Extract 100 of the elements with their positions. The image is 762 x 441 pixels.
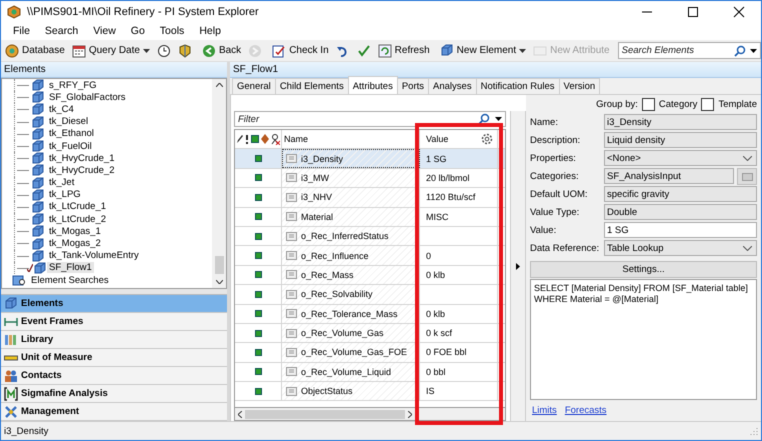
tools-icon [4, 404, 18, 418]
tree-item[interactable]: tk_HvyCrude_2 [47, 164, 116, 176]
link[interactable]: Limits [532, 405, 557, 416]
table-row[interactable]: Material MISC [235, 208, 505, 227]
settings-button[interactable]: Settings... [530, 261, 757, 278]
attribute-icon [286, 386, 297, 396]
tree-item[interactable]: tk_Mogas_1 [47, 226, 103, 237]
toolbar-button[interactable]: Check In [270, 42, 331, 58]
menu-item[interactable]: File [7, 24, 39, 38]
caret-icon [750, 48, 757, 52]
link[interactable]: Forecasts [564, 405, 607, 416]
table-cell: o_Rec_Mass [301, 270, 354, 280]
table-row[interactable]: o_Rec_Volume_Gas_FOE 0 FOE bbl [235, 343, 505, 363]
table-cell: i3_MW [301, 172, 330, 183]
tree-item[interactable]: tk_Diesel [47, 116, 90, 128]
panel-header: SF_Flow1 [230, 62, 761, 78]
exclamation-icon [245, 134, 249, 144]
tree-item[interactable]: tk_HvyCrude_1 [47, 152, 116, 164]
table-cell: IS [426, 386, 435, 396]
element-icon [31, 188, 44, 201]
menu-item[interactable]: View [87, 24, 125, 38]
navigation-button[interactable]: Elements [1, 295, 227, 313]
checkbox[interactable] [701, 98, 714, 110]
tree-item[interactable]: tk_C4 [47, 104, 76, 115]
tree-item[interactable]: tk_Ethanol [47, 128, 96, 140]
table-row[interactable]: o_Rec_Influence 0 [235, 246, 505, 266]
checkbox[interactable] [642, 98, 655, 110]
tab[interactable]: Analyses [428, 78, 477, 94]
search-box[interactable]: Search Elements [618, 42, 761, 59]
column-header[interactable]: Value [426, 134, 448, 144]
menu-item[interactable]: Go [124, 24, 154, 38]
app-logo-icon [7, 4, 21, 18]
tree-item[interactable]: SF_Flow1 [47, 262, 94, 274]
config-text: SELECT [Material Density] FROM [SF_Material table] WHERE Material = @[Material] [530, 279, 757, 400]
scroll-thumb[interactable] [245, 410, 405, 418]
input-field[interactable]: 1 SG [604, 222, 757, 238]
table-row[interactable]: o_Rec_Mass 0 klb [235, 266, 505, 286]
dropdown[interactable]: Table Lookup [604, 240, 757, 256]
field-label: Categories: [530, 170, 580, 182]
attribute-icon [286, 367, 297, 376]
tree-item[interactable]: Element Searches [29, 274, 111, 286]
menu-item[interactable]: Help [193, 24, 230, 38]
navigation-button[interactable]: Management [1, 403, 227, 421]
table-row[interactable]: o_Rec_Solvability [235, 285, 505, 305]
attribute-icon [286, 173, 297, 182]
scrollbar[interactable] [234, 407, 506, 421]
toolbar-button[interactable]: Refresh [376, 42, 432, 58]
element-icon [31, 103, 44, 116]
table-cell: o_Rec_Volume_Liquid [301, 366, 392, 377]
table-cell: 0 FOE bbl [426, 347, 467, 358]
tree-item[interactable]: s_RFY_FG [47, 80, 99, 91]
element-icon [31, 79, 44, 92]
table-row[interactable]: ObjectStatus IS [235, 382, 505, 402]
tree-item[interactable]: tk_LPG [47, 189, 83, 200]
tree-item[interactable]: tk_Jet [47, 177, 76, 188]
attribute-icon [286, 212, 297, 222]
tab[interactable]: Attributes [348, 76, 398, 94]
navigation-button[interactable]: Sigmafine Analysis [1, 385, 227, 403]
table-cell: 0 k scf [426, 328, 452, 338]
scroll-thumb[interactable] [214, 256, 224, 274]
element-icon [31, 140, 44, 152]
table-row[interactable]: i3_NHV 1120 Btu/scf [235, 188, 505, 208]
table-cell: MISC [426, 212, 448, 222]
search-field[interactable]: Search Elements [618, 45, 730, 56]
toolbar-button[interactable]: Database [3, 42, 67, 58]
panel-header: Elements [1, 62, 227, 78]
status-icon [254, 155, 262, 162]
element-icon [31, 128, 44, 140]
table-row[interactable]: i3_Density 1 SG [235, 149, 505, 169]
table-row[interactable]: o_Rec_Volume_Gas 0 k scf [235, 324, 505, 344]
checkmark-icon [27, 264, 33, 272]
tree-item[interactable]: tk_Tank-VolumeEntry [47, 250, 141, 262]
splitter-grip[interactable] [1, 289, 227, 295]
toolbar-button[interactable]: Back [200, 42, 244, 58]
tree-item[interactable]: SF_GlobalFactors [47, 92, 128, 103]
table-row[interactable]: o_Rec_Tolerance_Mass 0 klb [235, 304, 505, 324]
table-row[interactable]: o_Rec_Volume_Liquid 0 bbl [235, 362, 505, 382]
scrollbar[interactable] [212, 79, 226, 288]
dropdown[interactable]: <None> [604, 150, 757, 166]
table-row[interactable]: o_Rec_InferredStatus [235, 226, 505, 246]
tree-item[interactable]: tk_LtCrude_2 [47, 214, 108, 225]
browse-button[interactable] [737, 168, 757, 184]
tree-item[interactable]: tk_FuelOil [47, 140, 94, 152]
table-row[interactable]: i3_MW 20 lb/lbmol [235, 168, 505, 188]
toolbar-dropdown[interactable]: Query Date [70, 42, 152, 58]
person-icon [271, 134, 280, 145]
toolbar-dropdown[interactable]: New Element [438, 42, 528, 58]
menu-item[interactable]: Search [38, 24, 88, 38]
attribute-icon [286, 348, 297, 357]
menu-item[interactable]: Tools [154, 24, 194, 38]
tab[interactable]: Version [558, 78, 600, 94]
tab[interactable]: General [232, 78, 276, 94]
field-label: Value Type: [530, 206, 580, 218]
table-cell: o_Rec_InferredStatus [301, 231, 389, 242]
tree-item[interactable]: tk_Mogas_2 [47, 238, 103, 250]
tree-item[interactable]: tk_LtCrude_1 [47, 201, 108, 212]
filter-box[interactable]: Filter [234, 111, 506, 127]
search-icon [734, 44, 746, 56]
status-icon [254, 194, 262, 201]
column-header[interactable]: Name [282, 130, 420, 148]
